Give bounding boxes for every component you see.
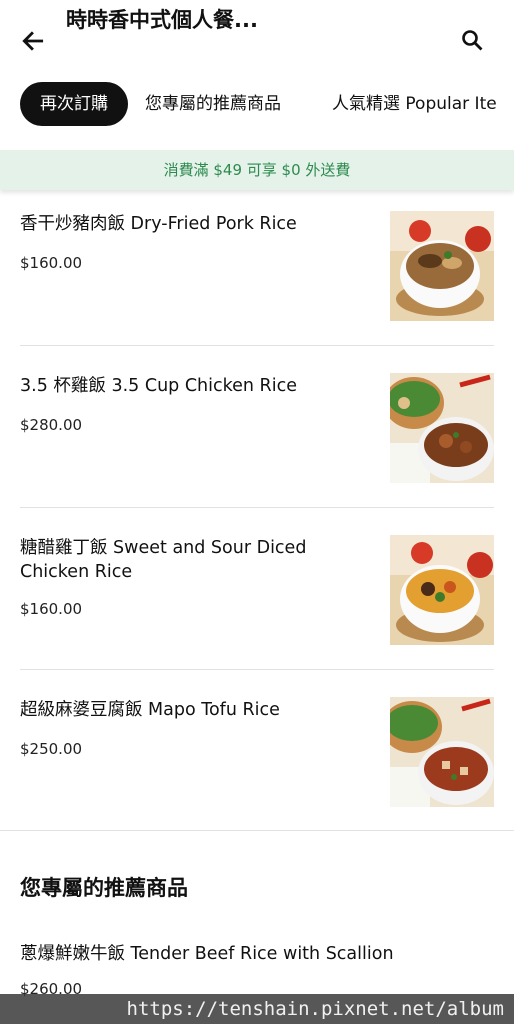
menu-item[interactable]: 香干炒豬肉飯 Dry-Fried Pork Rice $160.00 xyxy=(0,208,514,348)
item-price: $160.00 xyxy=(20,254,83,272)
section-divider xyxy=(0,830,514,831)
item-price: $250.00 xyxy=(20,740,83,758)
search-icon[interactable] xyxy=(460,28,484,52)
tab-recommended[interactable]: 您專屬的推薦商品 xyxy=(145,82,281,126)
delivery-promo-banner: 消費滿 $49 可享 $0 外送費 xyxy=(0,150,514,190)
top-bar: 時時香中式個人餐... xyxy=(0,0,514,80)
food-photo-chicken-rice xyxy=(390,373,494,483)
item-name: 3.5 杯雞飯 3.5 Cup Chicken Rice xyxy=(20,376,297,396)
divider xyxy=(20,669,494,670)
section-title: 您專屬的推薦商品 xyxy=(20,876,188,900)
arrow-left-icon[interactable] xyxy=(20,28,46,54)
food-photo-mapo-tofu xyxy=(390,697,494,807)
divider xyxy=(20,507,494,508)
divider xyxy=(20,345,494,346)
menu-item[interactable]: 3.5 杯雞飯 3.5 Cup Chicken Rice $280.00 xyxy=(0,370,514,510)
food-photo-pork-rice xyxy=(390,211,494,321)
item-name: 蔥爆鮮嫩牛飯 Tender Beef Rice with Scallion xyxy=(20,944,394,964)
item-name: 糖醋雞丁飯 Sweet and Sour Diced Chicken Rice xyxy=(20,538,307,582)
menu-item[interactable]: 蔥爆鮮嫩牛飯 Tender Beef Rice with Scallion $2… xyxy=(0,938,514,998)
item-name: 超級麻婆豆腐飯 Mapo Tofu Rice xyxy=(20,700,280,720)
tab-popular[interactable]: 人氣精選 Popular Ite xyxy=(332,82,497,126)
item-name: 香干炒豬肉飯 Dry-Fried Pork Rice xyxy=(20,214,297,234)
store-title: 時時香中式個人餐... xyxy=(66,8,258,32)
watermark-url: https://tenshain.pixnet.net/album xyxy=(0,994,514,1024)
item-price: $160.00 xyxy=(20,600,83,618)
item-price: $280.00 xyxy=(20,416,83,434)
tab-order-again[interactable]: 再次訂購 xyxy=(20,82,128,126)
menu-item[interactable]: 超級麻婆豆腐飯 Mapo Tofu Rice $250.00 xyxy=(0,694,514,834)
food-photo-sweet-sour-chicken xyxy=(390,535,494,645)
category-tabs: 再次訂購 您專屬的推薦商品 人氣精選 Popular Ite xyxy=(0,82,514,128)
menu-item[interactable]: 糖醋雞丁飯 Sweet and Sour Diced Chicken Rice … xyxy=(0,532,514,672)
